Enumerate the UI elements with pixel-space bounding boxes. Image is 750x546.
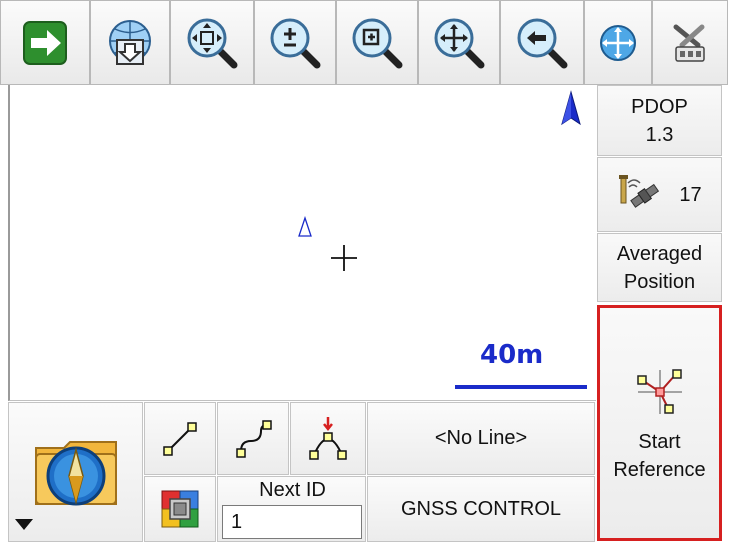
top-toolbar	[0, 0, 728, 85]
layers-button[interactable]	[144, 476, 216, 542]
pdop-value: 1.3	[645, 123, 674, 146]
map-scale-label: 40m	[480, 340, 544, 370]
zoom-in-out-button[interactable]	[254, 0, 336, 85]
download-button[interactable]	[90, 0, 170, 85]
line-selector-button[interactable]: <No Line>	[367, 402, 595, 475]
arc-tool-button[interactable]	[290, 402, 366, 475]
chevron-down-icon[interactable]	[14, 517, 34, 531]
compass-folder-icon	[34, 441, 117, 506]
curve-segment-icon	[236, 419, 272, 458]
map-view[interactable]: 40m	[8, 85, 596, 401]
tools-icon	[673, 24, 705, 62]
curve-tool-button[interactable]	[217, 402, 289, 475]
start-ref-line1: Start	[638, 431, 681, 453]
green-right-arrow-icon	[23, 20, 67, 65]
zoom-window-icon	[352, 18, 403, 68]
averaged-line1: Averaged	[616, 242, 703, 265]
globe-down-arrow-icon	[109, 19, 151, 65]
start-ref-line2: Reference	[613, 459, 706, 481]
pdop-label: PDOP	[631, 95, 688, 118]
next-id-panel: Next ID	[217, 476, 366, 542]
position-marker-icon	[298, 216, 312, 237]
pdop-status[interactable]: PDOP 1.3	[597, 85, 722, 156]
layers-icon	[161, 490, 199, 528]
zoom-extents-button[interactable]	[170, 0, 254, 85]
crosshair-icon	[331, 245, 357, 271]
line-tool-button[interactable]	[144, 402, 216, 475]
map-scale-bar	[455, 385, 587, 389]
zoom-extents-icon	[187, 18, 238, 68]
zoom-previous-button[interactable]	[500, 0, 584, 85]
next-id-label: Next ID	[259, 479, 326, 501]
main-menu-button[interactable]	[8, 402, 143, 542]
globe-pan-icon	[600, 24, 636, 61]
settings-button[interactable]	[652, 0, 728, 85]
gnss-control-button[interactable]: GNSS CONTROL	[367, 476, 595, 542]
zoom-pan-icon	[434, 18, 485, 68]
north-arrow-icon	[561, 90, 581, 126]
averaged-position-button[interactable]: Averaged Position	[597, 233, 722, 302]
averaged-line2: Position	[623, 270, 696, 293]
globe-pan-button[interactable]	[584, 0, 652, 85]
pan-button[interactable]	[418, 0, 500, 85]
satellite-status[interactable]: 17	[597, 157, 722, 232]
zoom-plus-minus-icon	[270, 18, 321, 68]
survey-app-window: 40m PDOP 1.3 17 Averaged Position Start …	[0, 0, 750, 546]
reference-point-icon	[636, 369, 682, 414]
arc-point-icon	[309, 416, 347, 460]
next-button[interactable]	[0, 0, 90, 85]
start-reference-button[interactable]: Start Reference	[597, 305, 722, 541]
line-segment-icon	[163, 421, 197, 456]
satellite-count: 17	[679, 183, 702, 206]
next-id-input[interactable]	[222, 505, 362, 539]
zoom-previous-icon	[517, 18, 568, 68]
satellite-icon	[619, 174, 660, 208]
zoom-window-button[interactable]	[336, 0, 418, 85]
